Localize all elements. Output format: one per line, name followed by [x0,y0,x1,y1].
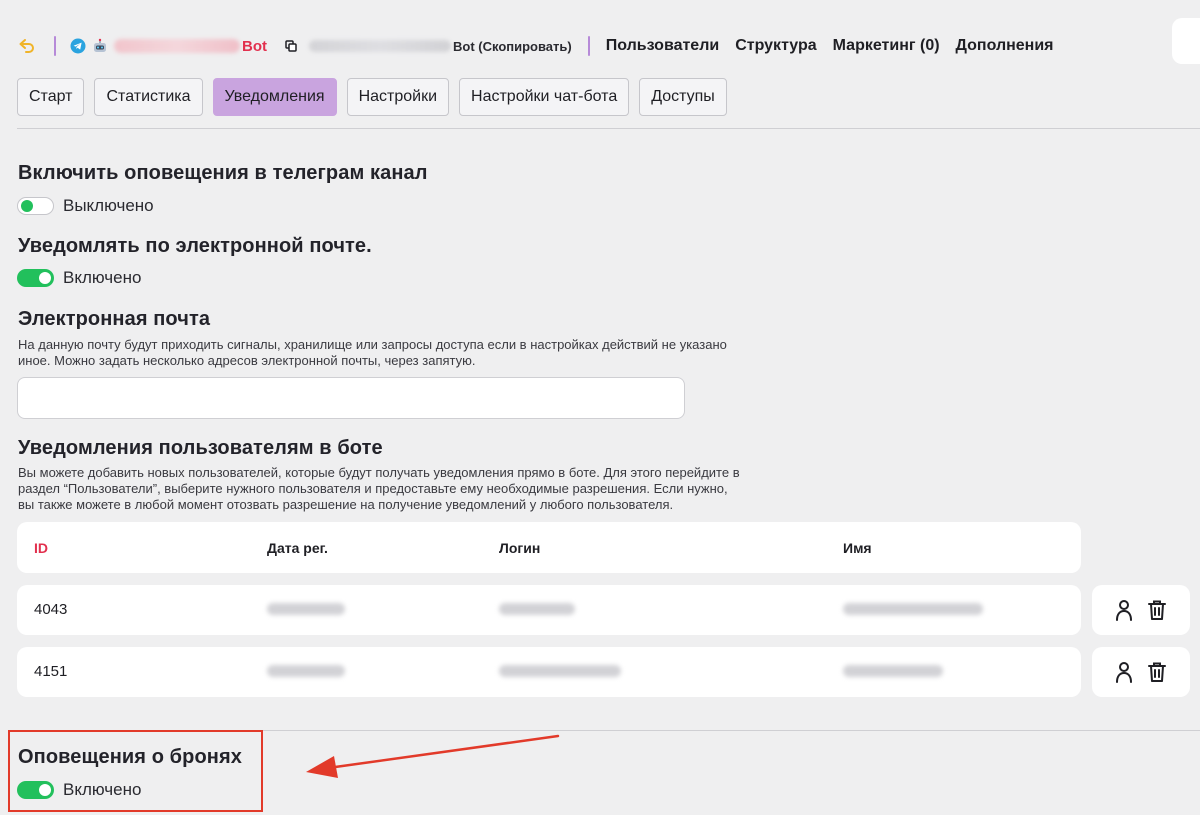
bot-link-redacted [309,40,451,52]
trash-icon[interactable] [1147,599,1167,621]
email-description: На данную почту будут приходить сигналы,… [18,337,727,369]
tab-chatbot-settings[interactable]: Настройки чат-бота [459,78,630,116]
cell-id: 4151 [34,663,68,680]
email-description-line: На данную почту будут приходить сигналы,… [18,337,727,352]
copy-bot-link[interactable]: Bot (Скопировать) [453,39,572,54]
cell-name-redacted [843,603,983,615]
nav-link-marketing[interactable]: Маркетинг (0) [833,37,940,55]
tab-settings[interactable]: Настройки [346,78,450,116]
email-notify-title: Уведомлять по электронной почте. [18,235,372,257]
email-notify-toggle[interactable] [17,269,54,287]
bot-name-redacted [114,39,240,53]
cell-id: 4043 [34,601,68,618]
nav-divider [587,36,590,56]
top-navigation: Bot Bot (Скопировать) Пользователи Струк… [18,34,1078,58]
tab-start[interactable]: Старт [17,78,85,116]
side-action-button[interactable] [1172,18,1200,64]
telegram-channel-toggle[interactable] [17,197,54,215]
tab-statistics[interactable]: Статистика [94,78,203,116]
annotation-arrow-icon [306,734,560,778]
telegram-channel-state: Выключено [63,196,154,215]
email-title: Электронная почта [18,308,211,330]
bot-users-description: Вы можете добавить новых пользователей, … [18,465,740,513]
tab-access[interactable]: Доступы [639,78,727,116]
bot-users-description-line: вы также можете в любой момент отозвать … [18,497,674,512]
column-header-login[interactable]: Логин [499,540,540,556]
tab-notifications[interactable]: Уведомления [212,78,337,116]
trash-icon[interactable] [1147,661,1167,683]
table-row: 4151 [17,647,1081,697]
email-description-line: иное. Можно задать несколько адресов эле… [18,353,476,368]
telegram-channel-switch-row: Выключено [17,196,154,216]
row-actions [1092,585,1190,635]
divider [17,128,1200,129]
robot-icon [92,38,108,54]
telegram-channel-title: Включить оповещения в телеграм канал [18,162,428,184]
nav-link-users[interactable]: Пользователи [606,37,719,55]
cell-reg-date-redacted [267,665,345,677]
undo-arrow-icon[interactable] [18,37,36,55]
user-icon[interactable] [1115,661,1133,683]
cell-name-redacted [843,665,943,677]
cell-login-redacted [499,603,575,615]
users-table-header: ID Дата рег. Логин Имя [17,522,1081,573]
bot-users-title: Уведомления пользователям в боте [18,437,383,459]
column-header-reg-date[interactable]: Дата рег. [267,540,328,556]
email-input[interactable] [17,377,685,419]
row-actions [1092,647,1190,697]
copy-icon[interactable] [285,39,299,53]
nav-link-addons[interactable]: Дополнения [956,37,1054,55]
telegram-icon [70,38,86,54]
nav-links: Пользователи Структура Маркетинг (0) Доп… [606,37,1054,55]
table-row: 4043 [17,585,1081,635]
bot-users-description-line: Вы можете добавить новых пользователей, … [18,465,740,480]
cell-reg-date-redacted [267,603,345,615]
email-notify-state: Включено [63,268,142,287]
nav-divider [54,36,56,56]
bot-users-description-line: раздел “Пользователи”, выберите нужного … [18,481,728,496]
nav-link-structure[interactable]: Структура [735,37,816,55]
column-header-name[interactable]: Имя [843,540,872,556]
tabs-bar: Старт Статистика Уведомления Настройки Н… [17,78,727,116]
column-header-id[interactable]: ID [34,540,48,556]
annotation-highlight-box [8,730,263,812]
cell-login-redacted [499,665,621,677]
user-icon[interactable] [1115,599,1133,621]
email-notify-switch-row: Включено [17,268,141,288]
bot-name-suffix: Bot [242,37,267,55]
